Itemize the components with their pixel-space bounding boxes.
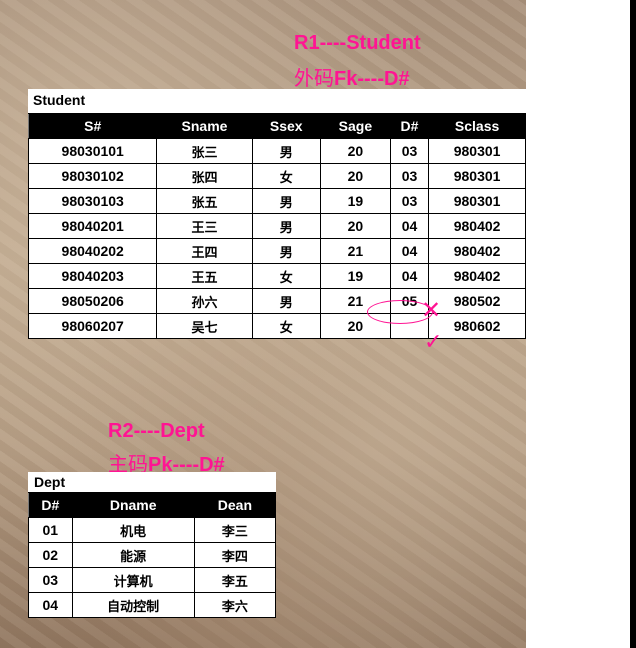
table-row: 01 机电 李三	[28, 517, 277, 543]
column-header: Sname	[156, 113, 253, 139]
r1-foreign-key-note: 外码Fk----D#	[294, 62, 410, 91]
table-header-row: D# Dname Dean	[28, 492, 277, 518]
table-row: 98040203 王五女 19 04 980402	[27, 263, 526, 289]
slide-margin	[526, 0, 630, 648]
column-header: Dean	[193, 492, 277, 518]
column-header: S#	[27, 113, 158, 139]
window-edge	[630, 0, 636, 648]
cross-mark-icon: ✕	[421, 297, 442, 324]
column-header: Sclass	[428, 113, 526, 139]
column-header: Dname	[71, 492, 195, 518]
table-row: 03 计算机 李五	[28, 567, 277, 593]
table-row: 98060207 吴七女 20 980602	[27, 313, 526, 339]
dept-table: D# Dname Dean 01 机电 李三 02 能源 李四 03 计算机 李五 04 自动…	[28, 492, 277, 618]
column-header: D#	[389, 113, 430, 139]
table-row: 98050206 孙六男 21 05 980502	[27, 288, 526, 314]
student-table: S# Sname Ssex Sage D# Sclass 98030101 张三男…	[27, 113, 526, 339]
table-row: 04 自动控制 李六	[28, 592, 277, 618]
r2-title: R2----Dept	[108, 420, 205, 442]
table-row: 98040202 王四男 21 04 980402	[27, 238, 526, 264]
table-row: 98030103 张五男 19 03 980301	[27, 188, 526, 214]
r1-title: R1----Student	[294, 32, 421, 54]
table-row: 98030102 张四女 20 03 980301	[27, 163, 526, 189]
column-header: Sage	[319, 113, 391, 139]
column-header: D#	[28, 492, 73, 518]
r1-sub-key: Fk----D#	[334, 68, 410, 90]
check-mark-icon: ✓	[424, 329, 443, 354]
dept-table-label: Dept	[28, 472, 276, 492]
table-row: 02 能源 李四	[28, 542, 277, 568]
r1-sub-prefix: 外码	[294, 68, 334, 90]
table-row: 98030101 张三男 20 03 980301	[27, 138, 526, 164]
column-header: Ssex	[251, 113, 321, 139]
table-row: 98040201 王三男 20 04 980402	[27, 213, 526, 239]
student-table-label: Student	[28, 89, 526, 113]
table-header-row: S# Sname Ssex Sage D# Sclass	[27, 113, 526, 139]
